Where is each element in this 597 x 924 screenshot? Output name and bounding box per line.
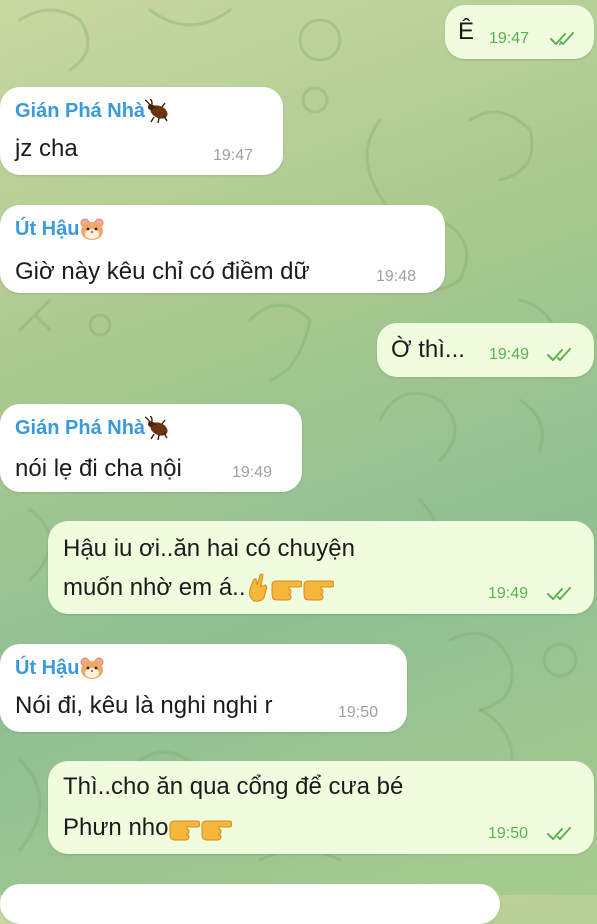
message-text: Giờ này kêu chỉ có điềm dữ xyxy=(15,258,310,285)
message-time: 19:49 xyxy=(488,585,529,602)
message-time: 19:48 xyxy=(376,268,417,285)
message-text-line-2: muốn nhờ em á.. xyxy=(63,569,334,607)
incoming-message[interactable]: Gián Phá Nhà nói lẹ đi cha nội 19:49 xyxy=(0,404,302,492)
sender-name[interactable]: Gián Phá Nhà xyxy=(15,99,171,123)
incoming-message[interactable]: Út Hậu Giờ này kêu chỉ có điềm dữ 19:48 xyxy=(0,205,445,293)
pointing-right-icon xyxy=(303,580,334,601)
message-time: 19:49 xyxy=(232,464,273,481)
incoming-message[interactable]: Gián Phá Nhà jz cha 19:47 xyxy=(0,87,283,175)
message-text-line-1: Hậu iu ơi..ăn hai có chuyện xyxy=(63,535,355,562)
message-time: 19:47 xyxy=(489,30,530,47)
double-check-icon xyxy=(550,32,574,45)
message-text: Nói đi, kêu là nghi nghi r xyxy=(15,692,273,719)
hamster-icon xyxy=(80,657,104,679)
message-text: jz cha xyxy=(15,135,78,162)
message-text: Ờ thì... xyxy=(391,336,465,363)
outgoing-message[interactable]: Ờ thì... 19:49 xyxy=(377,323,594,377)
sender-name[interactable]: Út Hậu xyxy=(15,217,105,241)
message-text: Ê xyxy=(458,18,475,45)
double-check-icon xyxy=(547,827,571,840)
sender-name[interactable]: Út Hậu xyxy=(15,656,105,680)
cockroach-icon xyxy=(145,416,168,440)
message-time: 19:50 xyxy=(338,704,379,721)
pointing-right-icon xyxy=(271,580,302,601)
sender-name[interactable]: Gián Phá Nhà xyxy=(15,416,171,440)
double-check-icon xyxy=(547,348,571,361)
message-text-line-2: Phưn nho xyxy=(63,809,233,847)
hamster-icon xyxy=(80,218,104,240)
message-text-line-1: Thì..cho ăn qua cổng để cưa bé xyxy=(63,773,404,800)
message-text: nói lẹ đi cha nội xyxy=(15,455,182,482)
double-check-icon xyxy=(547,587,571,600)
incoming-message[interactable]: Út Hậu Nói đi, kêu là nghi nghi r 19:50 xyxy=(0,644,407,732)
outgoing-message[interactable]: Thì..cho ăn qua cổng để cưa bé Phưn nho … xyxy=(48,761,594,854)
pointing-right-icon xyxy=(169,820,201,841)
pointing-right-icon xyxy=(201,820,233,841)
cockroach-icon xyxy=(145,99,168,123)
message-time: 19:47 xyxy=(213,147,254,164)
message-time: 19:49 xyxy=(489,346,530,363)
incoming-message-partial[interactable] xyxy=(0,884,500,924)
crossed-fingers-icon xyxy=(248,573,267,602)
outgoing-message[interactable]: Hậu iu ơi..ăn hai có chuyện muốn nhờ em … xyxy=(48,521,594,614)
outgoing-message[interactable]: Ê 19:47 xyxy=(445,5,594,59)
message-time: 19:50 xyxy=(488,825,529,842)
